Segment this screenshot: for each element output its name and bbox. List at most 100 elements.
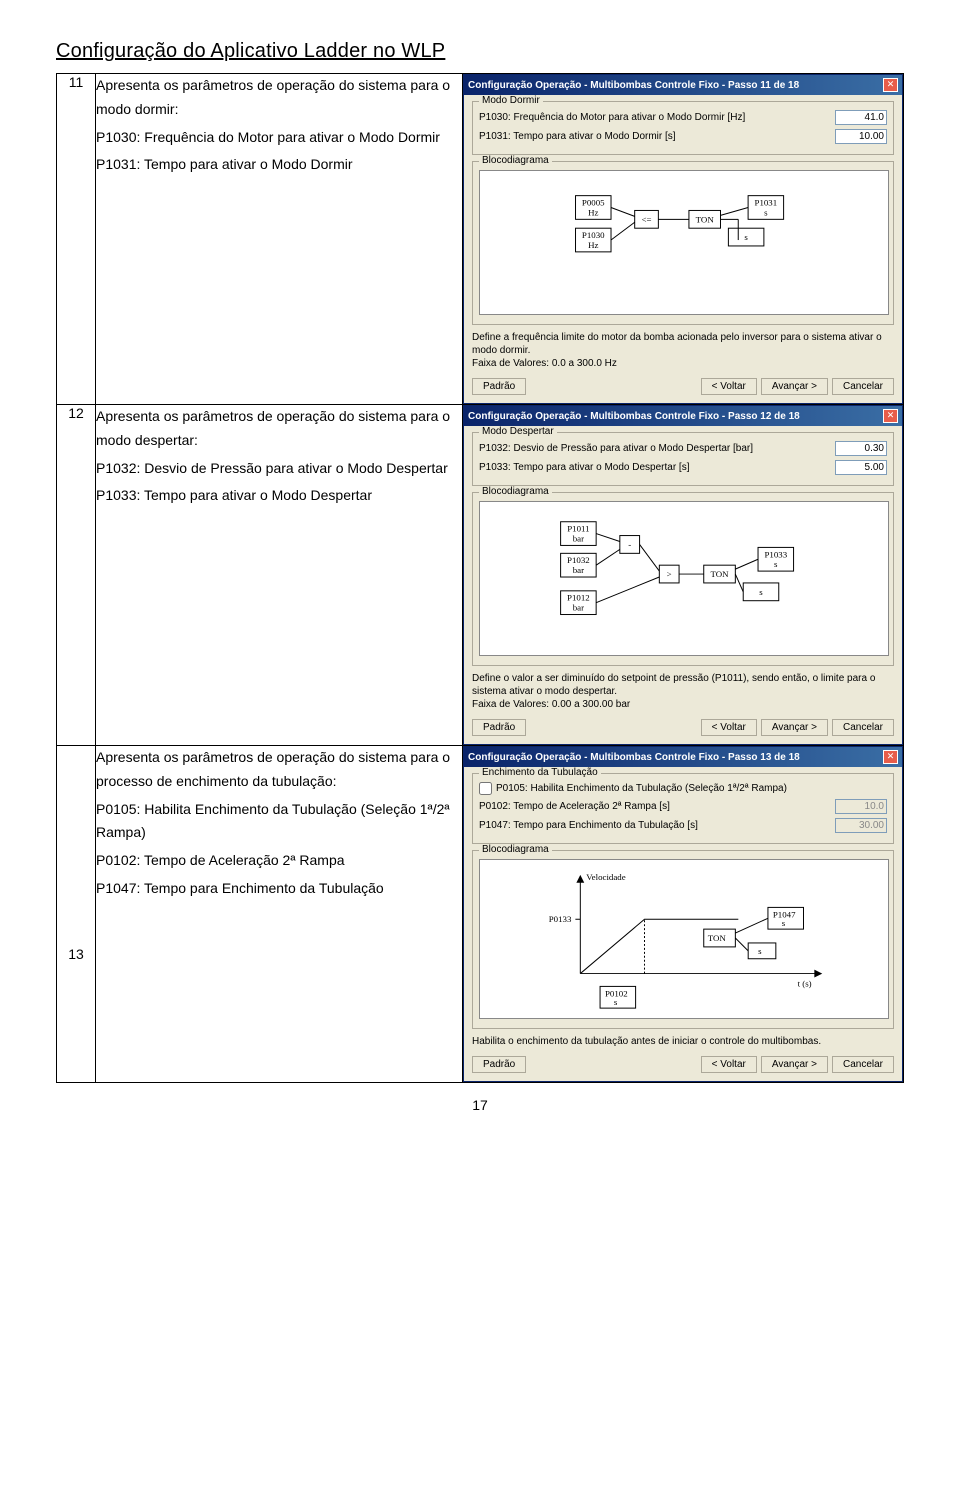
dialog-titlebar: Configuração Operação - Multibombas Cont… [464,747,902,767]
help-range: Faixa de Valores: 0.0 a 300.0 Hz [472,357,894,370]
dialog-title: Configuração Operação - Multibombas Cont… [468,411,800,422]
desc-intro: Apresenta os parâmetros de operação do s… [96,405,462,453]
padrao-button[interactable]: Padrão [472,378,526,395]
avancar-button[interactable]: Avançar > [761,719,828,736]
group-blocodiagrama: Blocodiagrama Velocidade t (s) [472,850,894,1029]
bloco-label: Blocodiagrama [479,844,552,855]
param-label: P1033: Tempo para ativar o Modo Desperta… [479,462,835,473]
group-enchimento: Enchimento da Tubulação P0105: Habilita … [472,773,894,844]
voltar-button[interactable]: < Voltar [701,378,757,395]
help-range: Faixa de Valores: 0.00 a 300.00 bar [472,698,894,711]
svg-text:-: - [628,539,631,549]
voltar-button[interactable]: < Voltar [701,1056,757,1073]
dialog-titlebar: Configuração Operação - Multibombas Cont… [464,75,902,95]
param-label: P1047: Tempo para Enchimento da Tubulaçã… [479,820,835,831]
p1030-input[interactable] [835,110,887,125]
row-number: 11 [57,74,96,405]
row-description: Apresenta os parâmetros de operação do s… [96,405,463,746]
table-row: 13 Apresenta os parâmetros de operação d… [57,746,904,1083]
svg-text:P1033: P1033 [764,549,787,559]
bloco-label: Blocodiagrama [479,155,552,166]
group-modo-despertar: Modo Despertar P1032: Desvio de Pressão … [472,432,894,486]
svg-text:bar: bar [573,533,584,543]
svg-text:s: s [614,997,618,1007]
svg-text:s: s [782,918,786,928]
padrao-button[interactable]: Padrão [472,1056,526,1073]
svg-text:P1011: P1011 [567,524,589,534]
dialog-wizard: Configuração Operação - Multibombas Cont… [463,405,903,745]
param-label: P1030: Frequência do Motor para ativar o… [479,112,835,123]
help-text: Define o valor a ser diminuído do setpoi… [472,672,894,698]
group-modo-dormir: Modo Dormir P1030: Frequência do Motor p… [472,101,894,155]
desc-intro: Apresenta os parâmetros de operação do s… [96,74,462,122]
p0102-input [835,799,887,814]
param-label: P0102: Tempo de Aceleração 2ª Rampa [s] [479,801,835,812]
p1033-input[interactable] [835,460,887,475]
group-blocodiagrama: Blocodiagrama P1011bar P1032bar P1012bar [472,492,894,666]
padrao-button[interactable]: Padrão [472,719,526,736]
svg-text:P1032: P1032 [567,555,590,565]
cancelar-button[interactable]: Cancelar [832,719,894,736]
group-label: Modo Dormir [479,95,543,106]
close-icon[interactable]: ✕ [883,409,898,423]
param-label: P1032: Desvio de Pressão para ativar o M… [479,443,835,454]
bloco-label: Blocodiagrama [479,486,552,497]
svg-text:P0005: P0005 [582,198,605,208]
svg-text:P1030: P1030 [582,230,605,240]
svg-text:TON: TON [696,214,715,224]
svg-text:s: s [759,587,763,597]
block-diagram: Velocidade t (s) P0133 P0102s [479,859,889,1019]
svg-text:Hz: Hz [588,207,598,217]
avancar-button[interactable]: Avançar > [761,1056,828,1073]
chk-label: P0105: Habilita Enchimento da Tubulação … [496,783,787,794]
svg-text:>: > [667,569,672,579]
desc-line: P1031: Tempo para ativar o Modo Dormir [96,153,462,177]
svg-text:<=: <= [642,214,652,224]
svg-text:bar: bar [573,565,584,575]
help-text: Habilita o enchimento da tubulação antes… [472,1035,894,1048]
voltar-button[interactable]: < Voltar [701,719,757,736]
close-icon[interactable]: ✕ [883,750,898,764]
desc-line: P1030: Frequência do Motor para ativar o… [96,126,462,150]
row-description: Apresenta os parâmetros de operação do s… [96,746,463,1083]
svg-text:Hz: Hz [588,240,598,250]
group-label: Enchimento da Tubulação [479,767,601,778]
cancelar-button[interactable]: Cancelar [832,378,894,395]
param-label: P1031: Tempo para ativar o Modo Dormir [… [479,131,835,142]
help-text: Define a frequência limite do motor da b… [472,331,894,357]
p1031-input[interactable] [835,129,887,144]
desc-line: P0105: Habilita Enchimento da Tubulação … [96,798,462,846]
svg-text:P0133: P0133 [549,914,572,924]
desc-line: P1047: Tempo para Enchimento da Tubulaçã… [96,877,462,901]
svg-text:t (s): t (s) [798,978,812,988]
svg-text:s: s [774,559,778,569]
svg-text:TON: TON [710,569,729,579]
dialog-titlebar: Configuração Operação - Multibombas Cont… [464,406,902,426]
table-row: 12 Apresenta os parâmetros de operação d… [57,405,904,746]
row-number: 12 [57,405,96,746]
block-diagram: P0005Hz P1030Hz <= TON [479,170,889,315]
svg-text:s: s [744,232,748,242]
dialog-wizard: Configuração Operação - Multibombas Cont… [463,74,903,404]
block-diagram: P1011bar P1032bar P1012bar - [479,501,889,656]
cancelar-button[interactable]: Cancelar [832,1056,894,1073]
table-row: 11 Apresenta os parâmetros de operação d… [57,74,904,405]
svg-text:TON: TON [708,933,727,943]
page-number: 17 [56,1097,904,1113]
p1032-input[interactable] [835,441,887,456]
group-label: Modo Despertar [479,426,557,437]
close-icon[interactable]: ✕ [883,78,898,92]
svg-text:P1031: P1031 [755,198,778,208]
dialog-wizard: Configuração Operação - Multibombas Cont… [463,746,903,1082]
svg-text:bar: bar [573,603,584,613]
content-table: 11 Apresenta os parâmetros de operação d… [56,73,904,1083]
desc-line: P1032: Desvio de Pressão para ativar o M… [96,457,462,481]
p1047-input [835,818,887,833]
page-title: Configuração do Aplicativo Ladder no WLP [56,40,904,63]
row-number: 13 [57,746,96,1083]
avancar-button[interactable]: Avançar > [761,378,828,395]
svg-text:s: s [758,946,762,956]
p0105-checkbox[interactable] [479,782,492,795]
desc-line: P1033: Tempo para ativar o Modo Desperta… [96,484,462,508]
desc-line: P0102: Tempo de Aceleração 2ª Rampa [96,849,462,873]
